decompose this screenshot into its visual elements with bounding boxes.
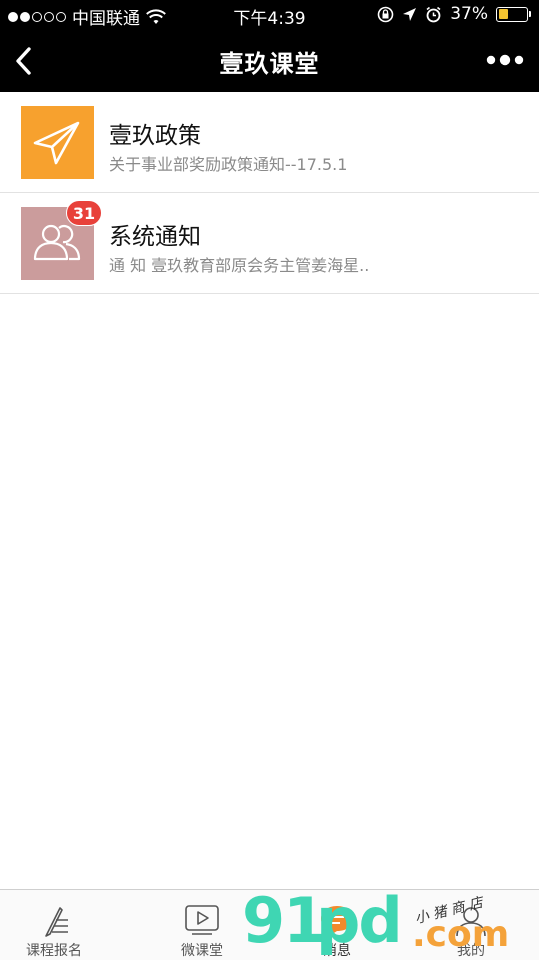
paper-plane-icon — [21, 106, 94, 179]
battery-icon — [496, 6, 531, 22]
status-bar: 中国联通 下午4:39 37% — [0, 0, 539, 30]
tab-mine[interactable]: 我的 — [417, 890, 525, 961]
rotation-lock-icon — [377, 6, 394, 22]
tab-label: 微课堂 — [181, 943, 223, 959]
page-title: 壹玖课堂 — [219, 50, 320, 78]
nav-bar: 壹玖课堂 — [0, 30, 539, 92]
more-options-icon[interactable] — [485, 50, 525, 70]
message-title: 壹玖政策 — [109, 123, 201, 149]
tab-label: 我的 — [457, 943, 485, 959]
location-arrow-icon — [403, 7, 417, 21]
tab-course-signup[interactable]: 课程报名 — [0, 890, 108, 961]
unread-count-badge: 31 — [66, 200, 102, 226]
chat-bubble-icon — [321, 906, 353, 936]
person-icon — [456, 907, 486, 937]
tab-micro-class[interactable]: 微课堂 — [148, 890, 256, 961]
tab-messages[interactable]: 消息 — [283, 890, 391, 961]
tab-bar: 课程报名 微课堂 消息 我的 — [0, 889, 539, 960]
battery-percent: 37% — [450, 4, 488, 24]
alarm-clock-icon — [426, 6, 441, 22]
message-preview: 关于事业部奖励政策通知--17.5.1 — [109, 155, 348, 174]
list-item-policy[interactable]: 壹玖政策 关于事业部奖励政策通知--17.5.1 — [0, 92, 539, 193]
pen-list-icon — [45, 907, 68, 937]
message-preview: 通 知 壹玖教育部原会务主管姜海星.. — [109, 256, 370, 275]
message-title: 系统通知 — [109, 224, 201, 250]
tab-label: 消息 — [323, 943, 351, 959]
tab-label: 课程报名 — [26, 943, 82, 959]
status-right: 37% — [377, 4, 531, 24]
video-play-icon — [185, 905, 219, 935]
message-list: 壹玖政策 关于事业部奖励政策通知--17.5.1 系统通知 通 知 壹玖教育部原… — [0, 92, 539, 294]
